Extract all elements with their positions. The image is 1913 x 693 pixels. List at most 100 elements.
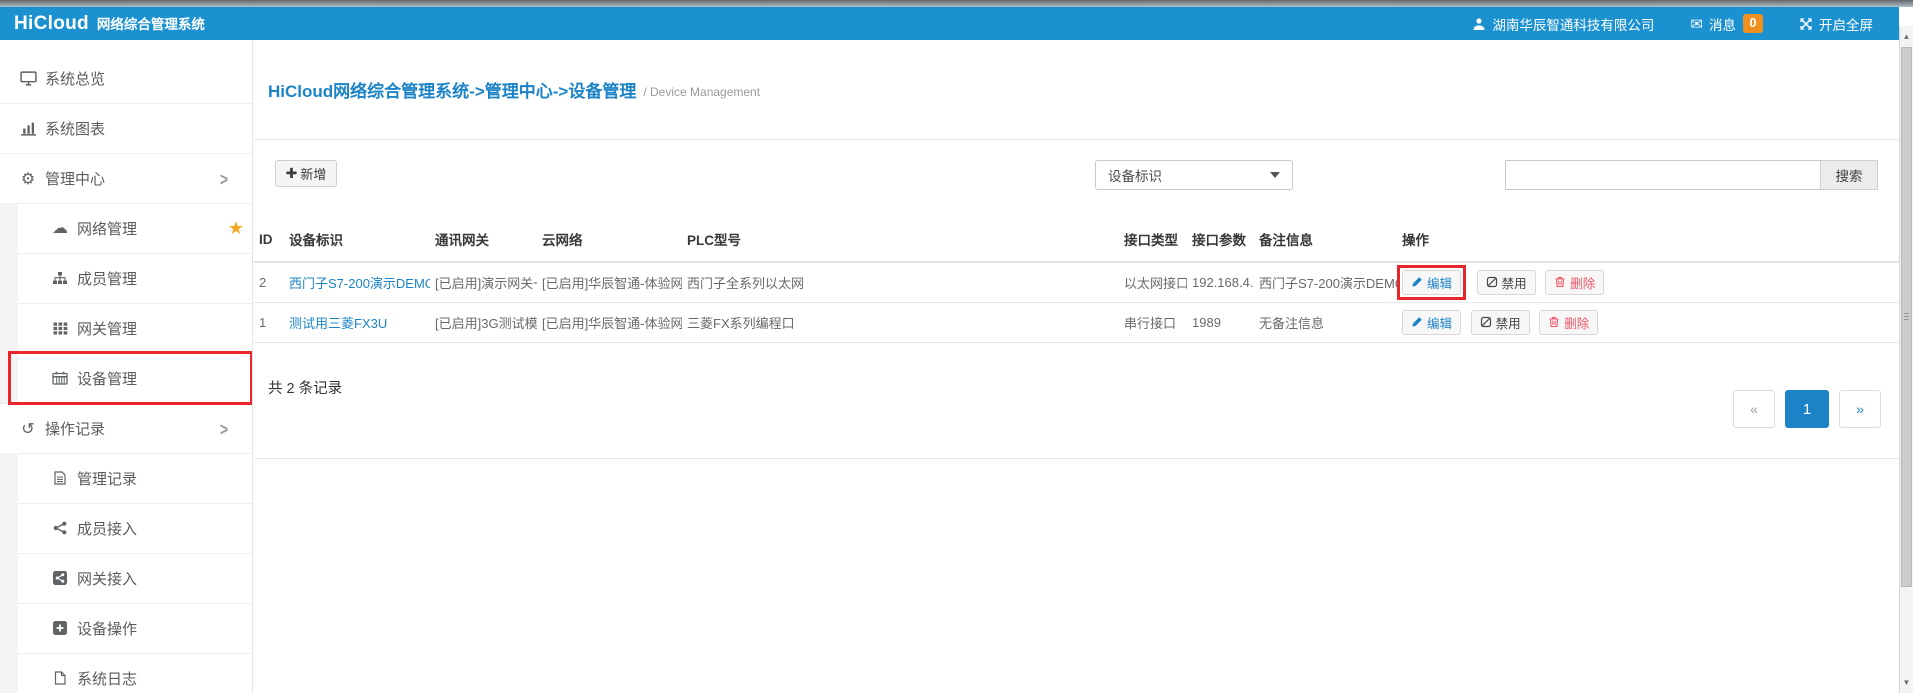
cell-gateway: [已启用]演示网关一 [430, 262, 537, 302]
pagination-prev-button[interactable]: « [1733, 390, 1775, 428]
sidebar-item-member-management[interactable]: 成员管理 [0, 253, 252, 303]
record-count: 共 2 条记录 [268, 377, 342, 398]
highlight-box-edit-button: 编辑 [1397, 265, 1466, 300]
favorite-star-icon: ★ [228, 218, 244, 239]
fullscreen-label: 开启全屏 [1819, 14, 1873, 34]
col-header-remark: 备注信息 [1254, 220, 1397, 262]
cell-gateway: [已启用]3G测试模块 [430, 302, 537, 342]
user-icon [1472, 17, 1486, 31]
pagination-page-1-button[interactable]: 1 [1785, 390, 1829, 428]
trash-icon [1548, 316, 1560, 328]
device-table: ID 设备标识 通讯网关 云网络 PLC型号 接口类型 接口参数 备注信息 操作… [254, 220, 1899, 343]
col-header-plc: PLC型号 [682, 220, 1119, 262]
cell-iface-type: 串行接口 [1119, 302, 1187, 342]
col-header-id: ID [254, 220, 284, 262]
disable-button[interactable]: 禁用 [1477, 270, 1536, 295]
search-button[interactable]: 搜索 [1820, 160, 1878, 190]
search-input[interactable] [1505, 160, 1820, 190]
cell-cloud: [已启用]华辰智通-体验网络 [537, 262, 682, 302]
cell-remark: 无备注信息 [1254, 302, 1397, 342]
filter-select-value: 设备标识 [1108, 165, 1162, 185]
sidebar-item-system-charts[interactable]: 系统图表 [0, 103, 252, 153]
scrollbar-up-arrow[interactable]: ▲ [1900, 28, 1913, 45]
col-header-gateway: 通讯网关 [430, 220, 537, 262]
sidebar-item-system-logs[interactable]: 系统日志 [0, 653, 252, 693]
vertical-scrollbar[interactable]: ▲ ▼ [1899, 26, 1913, 693]
sidebar-item-device-operations[interactable]: 设备操作 [0, 603, 252, 653]
breadcrumb: HiCloud网络综合管理系统->管理中心->设备管理 [268, 77, 636, 102]
edit-button[interactable]: 编辑 [1402, 310, 1461, 335]
sidebar-item-operation-records[interactable]: ↺ 操作记录 > [0, 403, 252, 453]
pagination-next-button[interactable]: » [1839, 390, 1881, 428]
plus-square-icon [50, 621, 70, 635]
bar-chart-icon [18, 121, 38, 136]
cell-remark: 西门子S7-200演示DEMO箱 [1254, 262, 1397, 302]
pencil-icon [1411, 316, 1423, 328]
brand-subtitle: 网络综合管理系统 [97, 13, 205, 33]
cell-iface-param: 1989 [1187, 302, 1254, 342]
fullscreen-icon [1799, 17, 1813, 31]
col-header-device: 设备标识 [284, 220, 430, 262]
pagination: « 1 » [1733, 390, 1881, 428]
sidebar-item-system-overview[interactable]: 系统总览 [0, 53, 252, 103]
table-header-row: ID 设备标识 通讯网关 云网络 PLC型号 接口类型 接口参数 备注信息 操作 [254, 220, 1899, 262]
chevron-down-icon [1270, 172, 1280, 178]
cell-plc: 三菱FX系列编程口 [682, 302, 1119, 342]
col-header-iface-param: 接口参数 [1187, 220, 1254, 262]
cloud-icon: ☁ [50, 218, 70, 238]
messages-count-badge: 0 [1743, 14, 1763, 33]
page-heading: HiCloud网络综合管理系统->管理中心->设备管理 / Device Man… [254, 40, 1899, 140]
table-row: 2 西门子S7-200演示DEMO箱 [已启用]演示网关一 [已启用]华辰智通-… [254, 262, 1899, 302]
col-header-actions: 操作 [1397, 220, 1899, 262]
top-header: HiCloud 网络综合管理系统 湖南华辰智通科技有限公司 ✉ 消息 0 开启全… [0, 0, 1899, 40]
sidebar-item-gateway-management[interactable]: 网关管理 [0, 303, 252, 353]
ban-icon [1480, 316, 1492, 328]
add-button[interactable]: ✚ 新增 [275, 160, 337, 187]
file-icon [50, 671, 70, 685]
topbar-right-menu: 湖南华辰智通科技有限公司 ✉ 消息 0 开启全屏 [1436, 14, 1873, 34]
fullscreen-toggle[interactable]: 开启全屏 [1799, 14, 1873, 34]
device-link[interactable]: 西门子S7-200演示DEMO箱 [289, 276, 430, 291]
monitor-icon [18, 71, 38, 86]
col-header-cloud: 云网络 [537, 220, 682, 262]
disable-button[interactable]: 禁用 [1471, 310, 1530, 335]
sidebar-nav: 系统总览 系统图表 ⚙ 管理中心 > ☁ 网络管理 ★ 成员管理 网关管理 设备… [0, 40, 253, 693]
sidebar-item-device-management[interactable]: 设备管理 [0, 353, 252, 403]
messages-menu[interactable]: ✉ 消息 0 [1690, 14, 1763, 34]
device-link[interactable]: 测试用三菱FX3U [289, 316, 387, 331]
cell-id: 1 [254, 302, 284, 342]
delete-button[interactable]: 删除 [1539, 310, 1598, 335]
calendar-icon [50, 371, 70, 385]
cell-device-link: 西门子S7-200演示DEMO箱 [284, 262, 430, 302]
brand-name: HiCloud [14, 13, 89, 35]
col-header-iface-type: 接口类型 [1119, 220, 1187, 262]
main-content: HiCloud网络综合管理系统->管理中心->设备管理 / Device Man… [254, 40, 1899, 693]
envelope-icon: ✉ [1690, 15, 1703, 33]
app-logo: HiCloud 网络综合管理系统 [14, 13, 205, 35]
cell-plc: 西门子全系列以太网 [682, 262, 1119, 302]
company-name: 湖南华辰智通科技有限公司 [1492, 14, 1654, 34]
sidebar-item-member-access[interactable]: 成员接入 [0, 503, 252, 553]
sidebar-item-network-management[interactable]: ☁ 网络管理 ★ [0, 203, 252, 253]
share-square-icon [50, 571, 70, 585]
history-icon: ↺ [18, 419, 38, 439]
pencil-icon [1411, 276, 1423, 288]
scrollbar-down-arrow[interactable]: ▼ [1900, 674, 1913, 691]
edit-button[interactable]: 编辑 [1402, 270, 1461, 295]
cell-actions: 编辑 禁用 删除 [1397, 262, 1899, 302]
scrollbar-thumb[interactable] [1901, 47, 1912, 587]
cell-device-link: 测试用三菱FX3U [284, 302, 430, 342]
delete-button[interactable]: 删除 [1545, 270, 1604, 295]
sidebar-item-gateway-access[interactable]: 网关接入 [0, 553, 252, 603]
add-button-label: 新增 [300, 164, 326, 183]
sidebar-item-admin-records[interactable]: 管理记录 [0, 453, 252, 503]
cell-iface-type: 以太网接口 [1119, 262, 1187, 302]
cell-actions: 编辑 禁用 删除 [1397, 302, 1899, 342]
filter-select[interactable]: 设备标识 [1095, 160, 1293, 190]
sitemap-icon [50, 271, 70, 285]
breadcrumb-subtitle: / Device Management [643, 85, 760, 99]
trash-icon [1554, 276, 1566, 288]
share-icon [50, 521, 70, 535]
company-menu[interactable]: 湖南华辰智通科技有限公司 [1472, 14, 1654, 34]
sidebar-item-admin-center[interactable]: ⚙ 管理中心 > [0, 153, 252, 203]
